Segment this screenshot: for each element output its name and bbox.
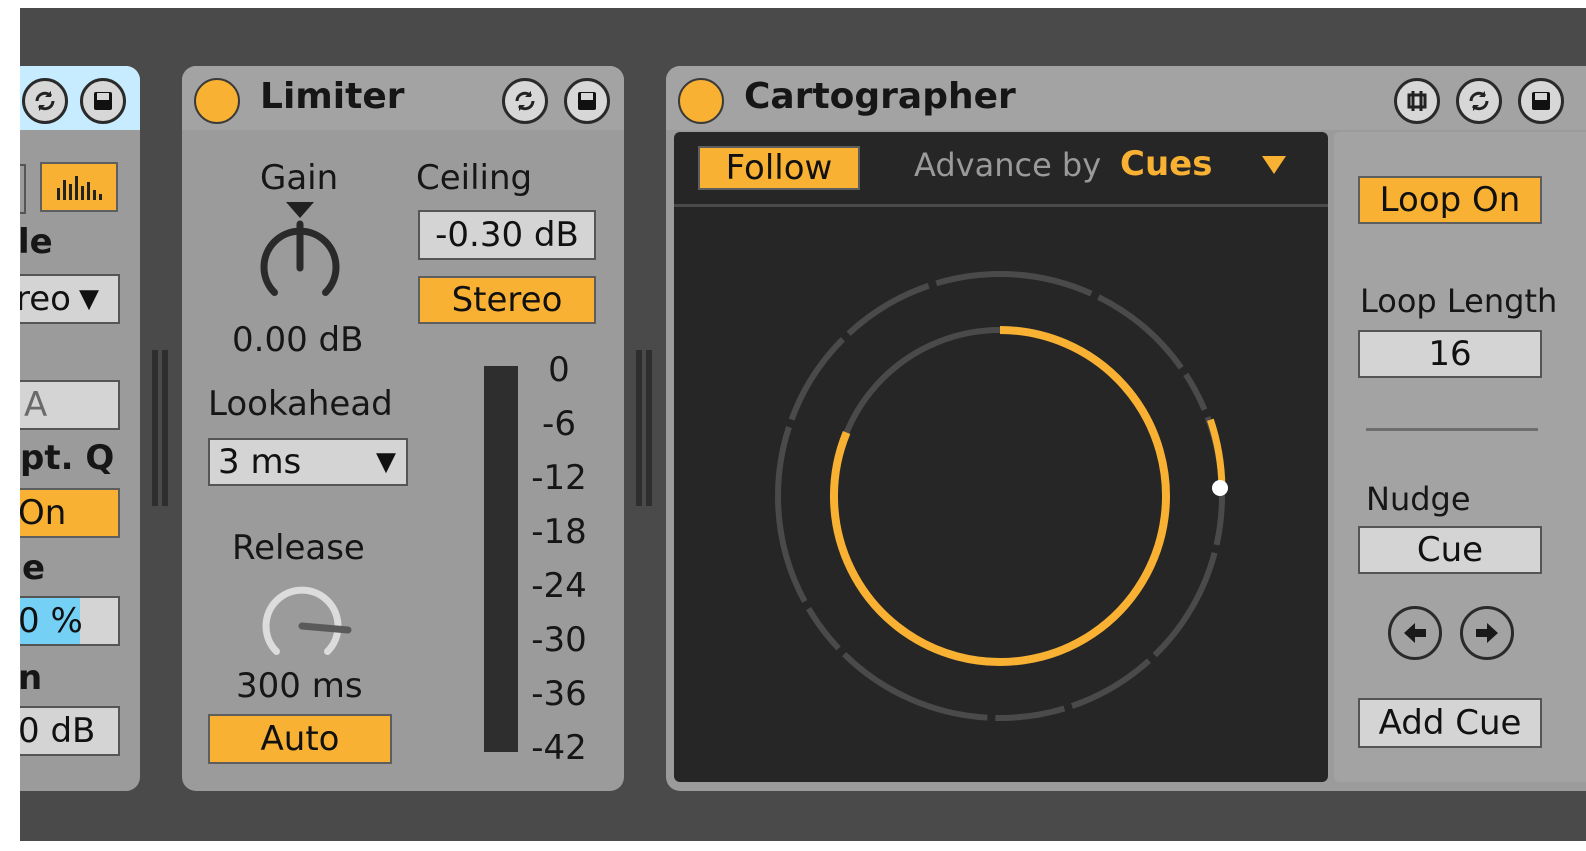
advance-by-value[interactable]: Cues (1120, 144, 1212, 184)
scale-label: e (22, 548, 46, 588)
release-value: 300 ms (236, 666, 363, 706)
mode-select[interactable]: reo ▼ (20, 274, 120, 324)
limiter-device: Limiter Gain 0.00 dB Ceiling -0.30 dB St… (182, 66, 624, 791)
scale-value: 0 % (20, 601, 83, 641)
save-preset-icon[interactable] (564, 78, 610, 124)
adapt-q-toggle-label: On (20, 493, 67, 533)
loop-length-field[interactable]: 16 (1358, 330, 1542, 378)
save-preset-icon[interactable] (80, 78, 126, 124)
auto-release-button[interactable]: Auto (208, 714, 392, 764)
meter-tick: 0 (548, 350, 570, 390)
adapt-q-label: pt. Q (20, 438, 115, 478)
advance-by-label: Advance by (914, 146, 1102, 184)
follow-button-label: Follow (725, 148, 833, 188)
device-chain: le reo ▼ A pt. Q On e 0 % n 0 dB Limiter (20, 8, 1586, 841)
advance-by-dropdown-icon[interactable] (1260, 154, 1288, 176)
release-label: Release (232, 528, 365, 568)
spectrum-toggle-icon[interactable] (40, 162, 118, 212)
device-drag-handle[interactable] (636, 350, 642, 506)
chevron-down-icon: ▼ (376, 447, 396, 477)
add-cue-button[interactable]: Add Cue (1358, 698, 1542, 748)
gain-value: 0.00 dB (232, 320, 364, 360)
loop-length-value: 16 (1428, 334, 1472, 374)
follow-button[interactable]: Follow (698, 146, 860, 190)
left-device-toggle-partial[interactable] (20, 164, 26, 214)
lookahead-select[interactable]: 3 ms ▼ (208, 438, 408, 486)
meter-tick: -36 (531, 674, 587, 714)
loop-toggle-button[interactable]: Loop On (1358, 176, 1542, 224)
ceiling-value: -0.30 dB (435, 215, 579, 255)
add-cue-label: Add Cue (1378, 703, 1522, 743)
cartographer-device: Cartographer Follow Advance by Cues Loop… (666, 66, 1586, 791)
lookahead-label: Lookahead (208, 384, 393, 424)
hot-swap-icon[interactable] (502, 78, 548, 124)
panel-divider (1366, 428, 1538, 431)
cue-wheel[interactable] (772, 268, 1228, 724)
device-drag-handle[interactable] (646, 350, 652, 506)
limiter-title: Limiter (260, 76, 405, 117)
meter-tick: -12 (531, 458, 587, 498)
ceiling-label: Ceiling (416, 158, 533, 198)
hot-swap-icon[interactable] (1456, 78, 1502, 124)
meter-tick: -18 (531, 512, 587, 552)
left-device-partial: le reo ▼ A pt. Q On e 0 % n 0 dB (20, 66, 140, 791)
mode-label: le (20, 222, 53, 262)
ceiling-field[interactable]: -0.30 dB (418, 210, 596, 260)
meter-tick: -30 (531, 620, 587, 660)
cartographer-side-panel (1334, 132, 1586, 782)
mode-select-value: reo (20, 279, 71, 319)
cartographer-title: Cartographer (744, 76, 1016, 117)
meter-tick: -24 (531, 566, 587, 606)
stereo-button-label: Stereo (451, 280, 563, 320)
gain-knob[interactable] (244, 198, 356, 316)
save-preset-icon[interactable] (1518, 78, 1564, 124)
display-divider (674, 204, 1328, 207)
limiter-activator-button[interactable] (194, 78, 240, 124)
cartographer-display: Follow Advance by Cues (674, 132, 1328, 782)
meter-tick: -6 (542, 404, 576, 444)
adapt-q-toggle[interactable]: On (20, 488, 120, 538)
lookahead-value: 3 ms (218, 442, 302, 482)
expand-view-icon[interactable] (1394, 78, 1440, 124)
release-knob[interactable] (242, 568, 362, 680)
outer-ring (775, 271, 1225, 721)
hot-swap-icon[interactable] (22, 78, 68, 124)
loop-toggle-label: Loop On (1379, 180, 1521, 220)
output-gain-label: n (20, 658, 43, 698)
auto-release-label: Auto (260, 719, 340, 759)
output-gain-value: 0 dB (20, 711, 96, 751)
gain-reduction-meter (484, 366, 518, 752)
meter-tick: -42 (531, 728, 587, 768)
nudge-forward-arrow-icon[interactable] (1460, 606, 1514, 660)
nudge-mode-value: Cue (1416, 530, 1484, 570)
nudge-label: Nudge (1366, 480, 1471, 518)
nudge-mode-field[interactable]: Cue (1358, 526, 1542, 574)
cartographer-activator-button[interactable] (678, 78, 724, 124)
chevron-down-icon: ▼ (78, 284, 99, 314)
loop-length-label: Loop Length (1360, 282, 1558, 320)
stereo-button[interactable]: Stereo (418, 276, 596, 324)
device-drag-handle[interactable] (152, 350, 158, 506)
device-drag-handle[interactable] (162, 350, 168, 506)
sidechain-field[interactable]: A (20, 380, 120, 430)
output-gain-field[interactable]: 0 dB (20, 706, 120, 756)
outer-progress-arc (1207, 418, 1226, 488)
gain-label: Gain (260, 158, 339, 198)
sidechain-field-value: A (24, 385, 48, 425)
playhead-dot (1212, 480, 1228, 496)
nudge-back-arrow-icon[interactable] (1388, 606, 1442, 660)
scale-value-field[interactable]: 0 % (20, 596, 120, 646)
